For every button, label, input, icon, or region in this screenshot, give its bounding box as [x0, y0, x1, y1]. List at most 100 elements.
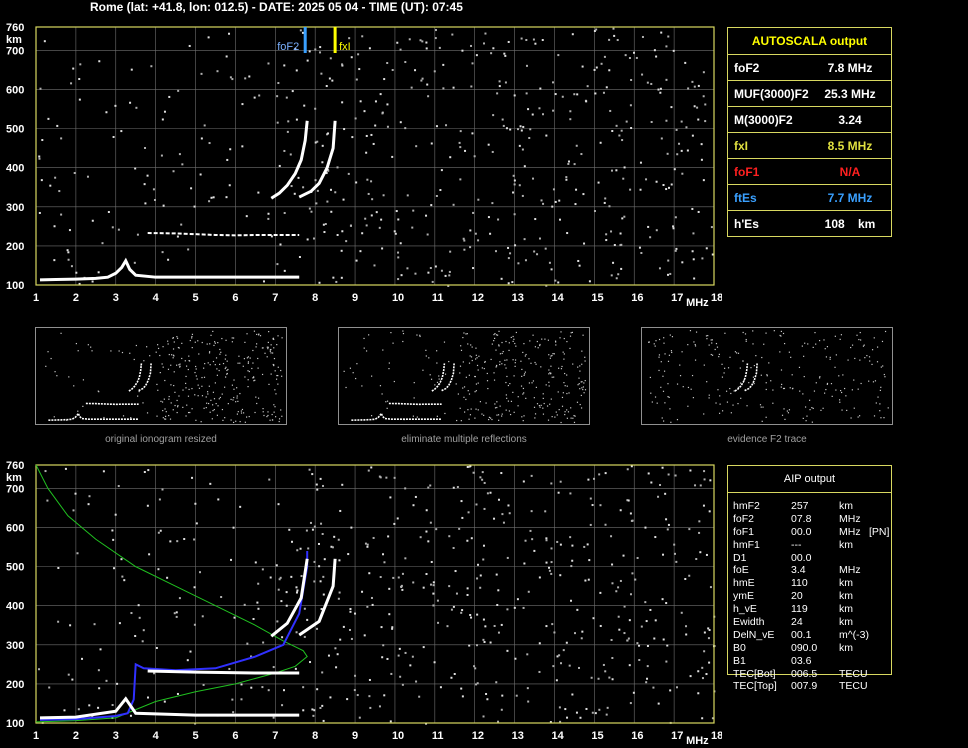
x-tick-label: 17 — [671, 292, 683, 304]
aip-profile-chart: 760700600500400300200100km1 2 3 4 5 6 7 8 9 10 11 1… — [6, 460, 722, 747]
aip-cell: B1 — [733, 654, 746, 667]
aip-cell: ymE — [733, 590, 754, 603]
y-tick-label: 200 — [6, 679, 24, 691]
x-tick-label: 8 — [312, 730, 318, 742]
aip-cell: km — [839, 603, 853, 616]
y-tick-label: 760 — [6, 460, 24, 472]
autoscala-label: foF2 — [734, 60, 760, 75]
y-tick-label: 400 — [6, 163, 24, 175]
aip-row: foF1 00.0 MHz [PN] — [733, 526, 889, 539]
marker-label: foF2 — [277, 41, 299, 53]
aip-cell: TECU — [839, 680, 868, 693]
x-tick-label: 13 — [512, 292, 524, 304]
profile-series — [35, 464, 308, 723]
x-unit-label: MHz — [686, 735, 709, 747]
x-tick-label: 5 — [193, 730, 199, 742]
aip-cell: km — [839, 641, 853, 654]
thumbnail-caption: original ionogram resized — [105, 434, 217, 445]
aip-row: hmF1 --- km — [733, 539, 889, 552]
x-tick-label: 16 — [631, 292, 643, 304]
aip-cell: Ewidth — [733, 616, 765, 629]
noise-dots — [38, 27, 714, 287]
aip-cell: m^(-3) — [839, 628, 870, 641]
aip-cell: 007.9 — [791, 680, 818, 693]
autoscala-row: ftEs 7.7 MHz — [728, 184, 891, 210]
aip-cell: 119 — [791, 603, 808, 616]
autoscala-value: 25.3 MHz — [824, 86, 876, 101]
aip-row: B1 03.6 — [733, 655, 889, 668]
y-unit-label: km — [6, 34, 22, 46]
aip-cell: 00.1 — [791, 628, 812, 641]
thumbnail: eliminate multiple reflections — [338, 327, 590, 445]
aip-cell: B0 — [733, 641, 746, 654]
marker-label: fxI — [339, 41, 351, 53]
aip-cell: km — [839, 500, 853, 512]
x-tick-label: 4 — [153, 292, 160, 304]
aip-cell: [PN] — [869, 525, 890, 538]
aip-row: B0 090.0 km — [733, 642, 889, 655]
marker-fof2 — [303, 27, 307, 53]
x-tick-label: 9 — [352, 292, 358, 304]
aip-cell: foE — [733, 564, 749, 577]
plot-frame — [35, 26, 715, 286]
autoscala-label: h'Es — [734, 216, 759, 231]
aip-cell: 257 — [791, 500, 809, 512]
aip-row: h_vE 119 km — [733, 603, 889, 616]
thumbnail: original ionogram resized — [35, 327, 287, 445]
y-tick-label: 600 — [6, 85, 24, 97]
profile-series — [39, 551, 309, 721]
aip-cell: 00.0 — [791, 551, 812, 564]
aip-row: Ewidth 24 km — [733, 616, 889, 629]
aip-row: hmE 110 km — [733, 577, 889, 590]
x-tick-label: 16 — [631, 730, 643, 742]
autoscala-label: MUF(3000)F2 — [734, 86, 809, 101]
ionogram-chart: 760700600500400300200100km1 2 3 4 5 6 7 8 9 10 11 1… — [6, 22, 722, 309]
thumbnail-caption: evidence F2 trace — [727, 434, 807, 445]
y-tick-label: 760 — [6, 22, 24, 34]
y-tick-label: 700 — [6, 45, 24, 57]
aip-row: foF2 07.8 MHz — [733, 513, 889, 526]
aip-cell: hmF2 — [733, 500, 760, 512]
aip-cell: km — [839, 616, 853, 629]
aip-cell: MHz — [839, 564, 861, 577]
aip-cell: 03.6 — [791, 654, 812, 667]
thumbnail-frame — [338, 327, 590, 425]
x-tick-label: 1 — [33, 730, 39, 742]
x-tick-label: 2 — [73, 292, 79, 304]
thumbnail-image — [35, 327, 287, 425]
x-tick-label: 11 — [432, 730, 444, 742]
aip-cell: D1 — [733, 551, 747, 564]
thumbnail-image — [641, 327, 893, 425]
y-tick-label: 400 — [6, 601, 24, 613]
x-tick-label: 13 — [512, 730, 524, 742]
aip-cell: h_vE — [733, 603, 757, 616]
thumbnail-image — [338, 327, 590, 425]
aip-cell: 006.5 — [791, 667, 818, 680]
autoscala-row: foF1 N/A — [728, 158, 891, 184]
x-tick-label: 9 — [352, 730, 358, 742]
aip-cell: 24 — [791, 616, 803, 629]
x-tick-label: 14 — [551, 292, 564, 304]
trace-series — [270, 120, 309, 200]
trace-series — [147, 232, 300, 237]
autoscala-value: 108 km — [824, 216, 876, 231]
x-tick-label: 5 — [193, 292, 199, 304]
autoscala-row: fxI 8.5 MHz — [728, 132, 891, 158]
y-tick-label: 500 — [6, 562, 24, 574]
x-tick-label: 3 — [113, 292, 119, 304]
x-tick-label: 6 — [232, 292, 238, 304]
aip-cell: foF1 — [733, 525, 755, 538]
aip-cell: TEC[Bot] — [733, 667, 776, 680]
aip-cell: 090.0 — [791, 641, 818, 654]
x-tick-label: 15 — [591, 730, 603, 742]
trace-series — [39, 257, 300, 282]
autoscala-label: fxI — [734, 138, 749, 153]
aip-cell: DelN_vE — [733, 628, 775, 641]
aip-cell: hmF1 — [733, 538, 760, 551]
x-tick-label: 18 — [711, 292, 722, 304]
x-tick-label: 10 — [392, 730, 404, 742]
aip-cell: TECU — [839, 667, 868, 680]
autoscala-value: 3.24 — [838, 112, 862, 127]
noise-dots — [38, 465, 716, 725]
aip-cell: MHz — [839, 525, 861, 538]
